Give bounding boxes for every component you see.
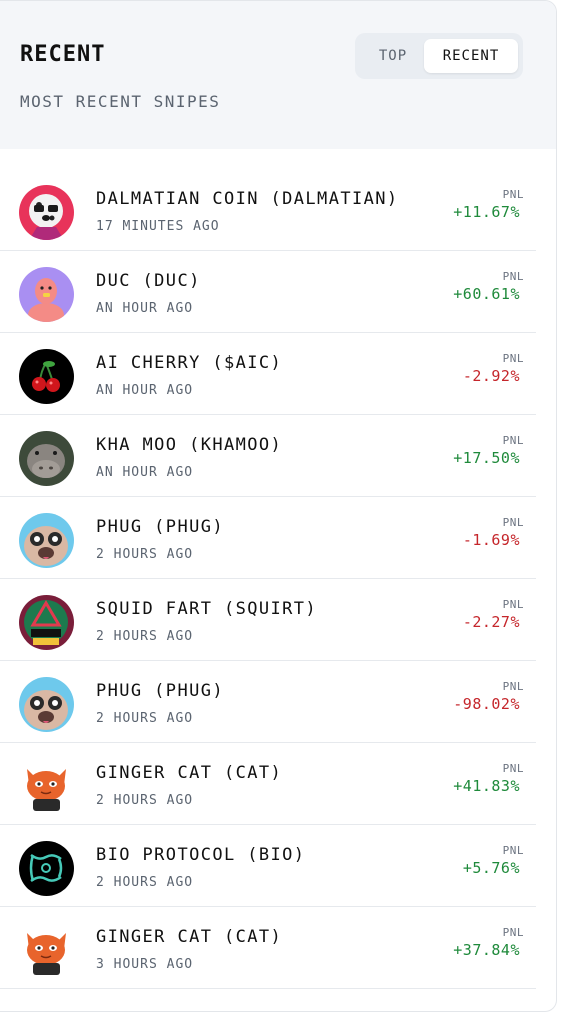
pnl-value: +17.50% — [453, 449, 520, 467]
token-name: GINGER CAT (CAT) — [96, 927, 283, 947]
list-item[interactable]: DALMATIAN COIN (DALMATIAN) 17 MINUTES AG… — [0, 169, 536, 251]
pnl-value: +41.83% — [453, 777, 520, 795]
token-name: DALMATIAN COIN (DALMATIAN) — [96, 189, 399, 209]
duck-avatar-icon — [19, 267, 74, 322]
snipe-list: DALMATIAN COIN (DALMATIAN) 17 MINUTES AG… — [0, 169, 556, 989]
pnl-value: -2.27% — [462, 613, 520, 631]
list-item[interactable]: KHA MOO (KHAMOO) AN HOUR AGO PNL +17.50% — [0, 415, 536, 497]
snipe-time: 3 HOURS AGO — [96, 957, 194, 972]
snipe-time: 2 HOURS AGO — [96, 875, 194, 890]
list-item[interactable]: PHUG (PHUG) 2 HOURS AGO PNL -1.69% — [0, 497, 536, 579]
cherry-avatar-icon — [19, 349, 74, 404]
hippo-avatar-icon — [19, 431, 74, 486]
snipe-time: 2 HOURS AGO — [96, 629, 194, 644]
pnl-label: PNL — [502, 352, 524, 365]
bio-protocol-avatar-icon — [19, 841, 74, 896]
snipe-time: 2 HOURS AGO — [96, 547, 194, 562]
token-name: DUC (DUC) — [96, 271, 201, 291]
token-name: AI CHERRY ($AIC) — [96, 353, 283, 373]
pnl-label: PNL — [502, 270, 524, 283]
pnl-value: +11.67% — [453, 203, 520, 221]
pnl-value: -2.92% — [462, 367, 520, 385]
pnl-label: PNL — [502, 598, 524, 611]
pnl-value: +37.84% — [453, 941, 520, 959]
pnl-label: PNL — [502, 680, 524, 693]
snipe-time: AN HOUR AGO — [96, 301, 194, 316]
snipe-time: 17 MINUTES AGO — [96, 219, 220, 234]
view-toggle: TOP RECENT — [355, 33, 523, 79]
token-name: PHUG (PHUG) — [96, 517, 224, 537]
list-item[interactable]: DUC (DUC) AN HOUR AGO PNL +60.61% — [0, 251, 536, 333]
list-item[interactable]: GINGER CAT (CAT) 2 HOURS AGO PNL +41.83% — [0, 743, 536, 825]
token-name: SQUID FART (SQUIRT) — [96, 599, 318, 619]
pnl-value: -1.69% — [462, 531, 520, 549]
pnl-value: -98.02% — [453, 695, 520, 713]
list-item[interactable]: BIO PROTOCOL (BIO) 2 HOURS AGO PNL +5.76… — [0, 825, 536, 907]
token-name: PHUG (PHUG) — [96, 681, 224, 701]
list-item[interactable]: GINGER CAT (CAT) 3 HOURS AGO PNL +37.84% — [0, 907, 536, 989]
list-item[interactable]: SQUID FART (SQUIRT) 2 HOURS AGO PNL -2.2… — [0, 579, 536, 661]
token-name: BIO PROTOCOL (BIO) — [96, 845, 306, 865]
page-title: RECENT — [20, 42, 106, 67]
pnl-value: +5.76% — [462, 859, 520, 877]
tab-top[interactable]: TOP — [363, 39, 423, 73]
page-subtitle: MOST RECENT SNIPES — [20, 92, 221, 111]
snipe-time: 2 HOURS AGO — [96, 793, 194, 808]
dalmatian-avatar-icon — [19, 185, 74, 240]
pnl-value: +60.61% — [453, 285, 520, 303]
tab-recent[interactable]: RECENT — [424, 39, 518, 73]
list-item[interactable]: PHUG (PHUG) 2 HOURS AGO PNL -98.02% — [0, 661, 536, 743]
ginger-cat-avatar-icon — [19, 759, 74, 814]
squid-fart-avatar-icon — [19, 595, 74, 650]
snipe-time: 2 HOURS AGO — [96, 711, 194, 726]
pug-avatar-icon — [19, 513, 74, 568]
recent-snipes-card: RECENT MOST RECENT SNIPES TOP RECENT DAL… — [0, 0, 557, 1012]
pnl-label: PNL — [502, 516, 524, 529]
pnl-label: PNL — [502, 762, 524, 775]
pug-avatar-icon — [19, 677, 74, 732]
pnl-label: PNL — [502, 188, 524, 201]
pnl-label: PNL — [502, 926, 524, 939]
token-name: GINGER CAT (CAT) — [96, 763, 283, 783]
snipe-time: AN HOUR AGO — [96, 465, 194, 480]
pnl-label: PNL — [502, 844, 524, 857]
snipe-time: AN HOUR AGO — [96, 383, 194, 398]
token-name: KHA MOO (KHAMOO) — [96, 435, 283, 455]
card-header: RECENT MOST RECENT SNIPES TOP RECENT — [0, 1, 556, 149]
pnl-label: PNL — [502, 434, 524, 447]
ginger-cat-avatar-icon — [19, 923, 74, 978]
list-item[interactable]: AI CHERRY ($AIC) AN HOUR AGO PNL -2.92% — [0, 333, 536, 415]
